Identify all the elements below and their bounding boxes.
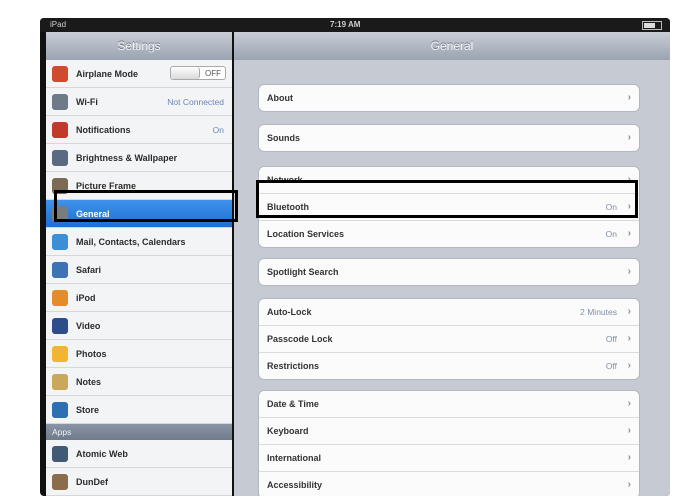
sidebar-item-label: Notes (76, 376, 102, 387)
chevron-right-icon: › (627, 228, 631, 239)
chevron-right-icon: › (627, 266, 631, 277)
row-location-services[interactable]: Location Services On › (259, 221, 639, 247)
row-label: Sounds (267, 133, 300, 143)
ipad-screen: iPad 7:19 AM Settings Airplane Mode OFF … (40, 18, 670, 496)
row-restrictions[interactable]: Restrictions Off › (259, 353, 639, 379)
sidebar-item-label: Store (76, 404, 100, 415)
sidebar-item-label: Picture Frame (76, 180, 137, 191)
clock: 7:19 AM (330, 20, 361, 29)
sidebar-item-video[interactable]: Video (46, 312, 232, 340)
sidebar-item-label: Brightness & Wallpaper (76, 152, 178, 163)
row-label: Restrictions (267, 361, 320, 371)
settings-sidebar: Settings Airplane Mode OFF Wi-Fi Not Con… (46, 32, 232, 496)
sidebar-item-airplane-mode[interactable]: Airplane Mode OFF (46, 60, 232, 88)
row-international[interactable]: International › (259, 445, 639, 472)
chevron-right-icon: › (627, 479, 631, 490)
chevron-right-icon: › (627, 92, 631, 103)
brightness-icon (52, 149, 68, 166)
sidebar-item-label: Photos (76, 348, 107, 359)
toggle-value: OFF (205, 69, 221, 78)
highlight-box-general (54, 190, 238, 222)
sidebar-item-label: Notifications (76, 124, 131, 135)
panel-title: General (234, 32, 670, 60)
carrier-label: iPad (50, 20, 67, 29)
chevron-right-icon: › (627, 452, 631, 463)
general-panel: General About › Sounds › Network › Bluetoot… (234, 32, 670, 496)
sidebar-item-label: DunDef (76, 476, 108, 487)
group-security: Auto-Lock 2 Minutes › Passcode Lock Off › Re… (258, 298, 640, 380)
row-label: Passcode Lock (267, 334, 333, 344)
photos-icon (52, 345, 68, 362)
sidebar-item-label: Airplane Mode (76, 68, 139, 79)
sidebar-item-notifications[interactable]: Notifications On (46, 116, 232, 144)
row-spotlight-search[interactable]: Spotlight Search › (259, 259, 639, 285)
mail-icon (52, 233, 68, 250)
battery-icon (642, 21, 662, 30)
sidebar-item-value: Not Connected (167, 96, 224, 107)
row-accessibility[interactable]: Accessibility › (259, 472, 639, 496)
group-locale: Date & Time › Keyboard › International › Ac… (258, 390, 640, 496)
dundef-icon (52, 473, 68, 490)
airplane-icon (52, 65, 68, 82)
row-passcode-lock[interactable]: Passcode Lock Off › (259, 326, 639, 353)
sidebar-item-value: On (212, 124, 224, 135)
row-sounds[interactable]: Sounds › (259, 125, 639, 151)
apps-section-label: Apps (46, 424, 232, 440)
row-label: Accessibility (267, 480, 323, 490)
row-label: Location Services (267, 229, 345, 239)
group-sounds: Sounds › (258, 124, 640, 152)
status-bar: iPad 7:19 AM (40, 18, 670, 32)
sidebar-item-label: Mail, Contacts, Calendars (76, 236, 186, 247)
sidebar-item-label: Atomic Web (76, 448, 128, 459)
notes-icon (52, 373, 68, 390)
sidebar-item-ipod[interactable]: iPod (46, 284, 232, 312)
row-value: 2 Minutes (580, 307, 617, 317)
chevron-right-icon: › (627, 132, 631, 143)
video-icon (52, 317, 68, 334)
row-date-time[interactable]: Date & Time › (259, 391, 639, 418)
row-about[interactable]: About › (259, 85, 639, 111)
sidebar-item-label: iPod (76, 292, 96, 303)
row-value: Off (605, 334, 617, 344)
sidebar-item-label: Safari (76, 264, 102, 275)
row-label: International (267, 453, 322, 463)
row-label: About (267, 93, 293, 103)
group-about: About › (258, 84, 640, 112)
sidebar-item-mail[interactable]: Mail, Contacts, Calendars (46, 228, 232, 256)
sidebar-item-wifi[interactable]: Wi-Fi Not Connected (46, 88, 232, 116)
chevron-right-icon: › (627, 398, 631, 409)
row-label: Date & Time (267, 399, 319, 409)
chevron-right-icon: › (627, 306, 631, 317)
chevron-right-icon: › (627, 333, 631, 344)
row-label: Keyboard (267, 426, 309, 436)
sidebar-item-atomic-web[interactable]: Atomic Web (46, 440, 232, 468)
row-value: On (605, 229, 617, 239)
store-icon (52, 401, 68, 418)
row-value: Off (605, 361, 617, 371)
group-spotlight: Spotlight Search › (258, 258, 640, 286)
highlight-box-bluetooth (256, 180, 638, 218)
sidebar-item-label: Wi-Fi (76, 96, 98, 107)
sidebar-item-photos[interactable]: Photos (46, 340, 232, 368)
chevron-right-icon: › (627, 360, 631, 371)
sidebar-item-safari[interactable]: Safari (46, 256, 232, 284)
chevron-right-icon: › (627, 425, 631, 436)
sidebar-item-dundef[interactable]: DunDef (46, 468, 232, 496)
sidebar-title: Settings (46, 32, 232, 60)
safari-icon (52, 261, 68, 278)
airplane-mode-toggle[interactable]: OFF (170, 66, 226, 80)
row-label: Auto-Lock (267, 307, 312, 317)
sidebar-item-store[interactable]: Store (46, 396, 232, 424)
ipod-icon (52, 289, 68, 306)
atomic-web-icon (52, 445, 68, 462)
row-keyboard[interactable]: Keyboard › (259, 418, 639, 445)
sidebar-item-brightness[interactable]: Brightness & Wallpaper (46, 144, 232, 172)
notifications-icon (52, 121, 68, 138)
toggle-knob (171, 67, 200, 79)
row-label: Spotlight Search (267, 267, 339, 277)
row-auto-lock[interactable]: Auto-Lock 2 Minutes › (259, 299, 639, 326)
sidebar-item-label: Video (76, 320, 101, 331)
wifi-icon (52, 93, 68, 110)
sidebar-item-notes[interactable]: Notes (46, 368, 232, 396)
